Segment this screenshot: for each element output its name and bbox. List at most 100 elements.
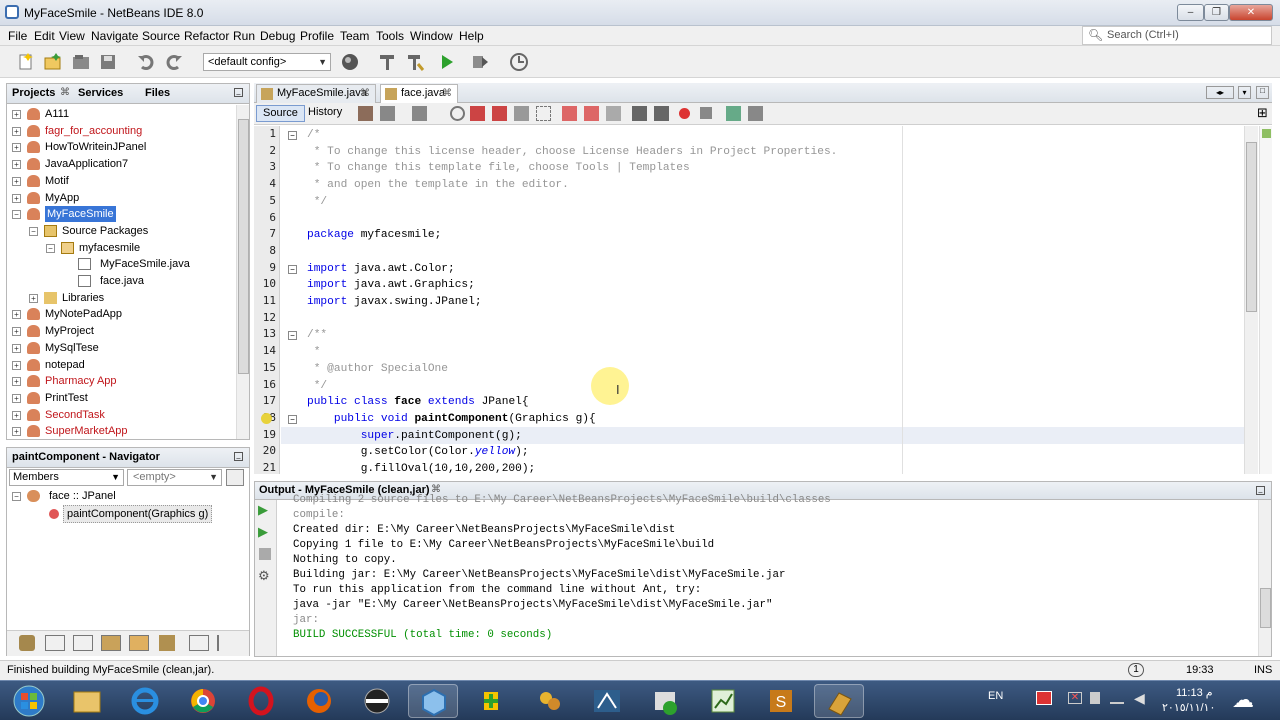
language-indicator[interactable]: EN [988,690,1003,702]
menu-refactor[interactable]: Refactor [184,29,229,43]
power-icon[interactable] [1090,692,1100,704]
firefox-taskbar-icon[interactable] [294,684,344,718]
open-project-icon[interactable] [71,52,91,72]
expand-icon[interactable]: + [12,176,21,186]
notifications-icon[interactable]: 1 [1128,663,1144,677]
find-prev-icon[interactable] [470,106,485,121]
expand-icon[interactable]: + [12,110,21,119]
toggle-bookmark-icon[interactable] [606,106,621,121]
members-select[interactable]: Members ▼ [9,469,124,486]
expand-icon[interactable]: + [12,360,21,370]
hint-bulb-icon[interactable] [261,412,272,424]
project-tree-item[interactable]: + SecondTask [7,407,237,424]
opera-taskbar-icon[interactable] [236,684,286,718]
debug-icon[interactable] [470,52,490,72]
close-button[interactable]: ✕ [1229,4,1273,21]
start-button[interactable] [4,684,48,718]
tab-files[interactable]: Files [145,87,170,99]
source-button[interactable]: Source [256,105,305,122]
s-app-taskbar-icon[interactable]: S [756,684,806,718]
menu-help[interactable]: Help [459,29,484,43]
editor-scrollbar[interactable] [1244,126,1258,474]
clean-build-icon[interactable] [405,52,425,72]
collapse-icon[interactable]: − [12,210,21,220]
expand-icon[interactable]: + [12,377,21,387]
expand-icon[interactable]: + [12,410,21,420]
maximize-editor-icon[interactable]: □ [1256,86,1269,99]
action-center-icon[interactable]: ✕ [1068,692,1082,704]
new-project-icon[interactable] [43,52,63,72]
stop-icon[interactable] [259,548,271,560]
fold-icon[interactable]: − [288,331,297,341]
project-tree-item[interactable]: + fagr_for_accounting [7,123,237,140]
tab-projects[interactable]: Projects [12,87,55,99]
fold-icon[interactable]: − [288,414,297,424]
flag-icon[interactable] [1036,691,1052,705]
rerun-params-icon[interactable]: ▶ [258,524,268,540]
scroll-thumb[interactable] [238,119,249,374]
expand-icon[interactable]: + [12,427,21,437]
forward-icon[interactable] [412,106,427,121]
tab-services[interactable]: Services [78,87,123,99]
navigator-filter-select[interactable]: <empty> ▼ [127,469,222,486]
flowers-taskbar-icon[interactable] [524,684,574,718]
minimize-panel-icon[interactable]: _ [234,88,243,97]
explorer-taskbar-icon[interactable] [62,684,112,718]
settings-icon[interactable]: ⚙ [258,568,270,584]
project-tree-item[interactable]: + Libraries [7,290,237,307]
minimize-panel-icon[interactable]: _ [234,452,243,461]
expand-icon[interactable]: + [12,393,21,403]
scroll-tabs-icon[interactable]: ◂▸ [1206,86,1234,99]
expand-icon[interactable]: + [12,327,21,337]
project-tree-item[interactable]: face.java [7,273,237,290]
tab-myfacesmile-java[interactable]: MyFaceSmile.java ⌘ [256,84,376,103]
find-next-icon[interactable] [492,106,507,121]
project-tree-item[interactable]: MyFaceSmile.java [7,256,237,273]
comment-icon[interactable] [726,106,741,121]
filter-static-icon[interactable] [129,635,149,651]
project-tree-item[interactable]: + JavaApplication7 [7,156,237,173]
menu-navigate[interactable]: Navigate [91,29,138,43]
project-tree-item[interactable]: + MySqlTese [7,340,237,357]
back-icon[interactable] [380,106,395,121]
profile-icon[interactable] [509,52,529,72]
next-bookmark-icon[interactable] [584,106,599,121]
project-tree-item[interactable]: + MyApp [7,190,237,207]
menu-debug[interactable]: Debug [260,29,295,43]
chrome-taskbar-icon[interactable] [178,684,228,718]
filter-fields-icon[interactable] [101,635,121,651]
record-macro-icon[interactable] [679,108,690,119]
shift-left-icon[interactable] [632,106,647,121]
menu-window[interactable]: Window [410,29,453,43]
menu-edit[interactable]: Edit [34,29,55,43]
project-tree-item[interactable]: + Motif [7,173,237,190]
minimize-panel-icon[interactable]: _ [1256,486,1265,495]
menu-run[interactable]: Run [233,29,255,43]
prev-bookmark-icon[interactable] [562,106,577,121]
save-all-icon[interactable] [99,52,119,72]
search-input[interactable]: 🔍︎ Search (Ctrl+I) [1082,26,1272,45]
sort-icon[interactable] [189,635,209,651]
menu-team[interactable]: Team [340,29,369,43]
project-tree-item[interactable]: + PrintTest [7,390,237,407]
recorder-taskbar-icon[interactable] [814,684,864,718]
undo-icon[interactable] [136,52,156,72]
run-icon[interactable] [437,52,457,72]
project-tree-item[interactable]: + Pharmacy App [7,373,237,390]
layout-icon[interactable] [45,635,65,651]
navigator-class-node[interactable]: − face :: JPanel [7,488,227,505]
expand-icon[interactable]: + [12,160,21,170]
project-tree-item[interactable]: − myfacesmile [7,240,237,257]
maximize-button[interactable]: ❐ [1204,4,1229,21]
vpn-taskbar-icon[interactable] [352,684,402,718]
project-tree-item[interactable]: + SuperMarketApp [7,423,237,439]
chart-taskbar-icon[interactable] [698,684,748,718]
tab-face-java[interactable]: face.java ⌘ [380,84,458,103]
history-button[interactable]: History [302,105,348,122]
navigator-title[interactable]: paintComponent - Navigator [12,451,160,463]
group-icon[interactable] [19,635,35,651]
globe-icon[interactable] [340,52,360,72]
network-tool-taskbar-icon[interactable] [582,684,632,718]
netbeans-taskbar-icon[interactable] [408,684,458,718]
close-icon[interactable]: ⌘ [60,87,70,98]
